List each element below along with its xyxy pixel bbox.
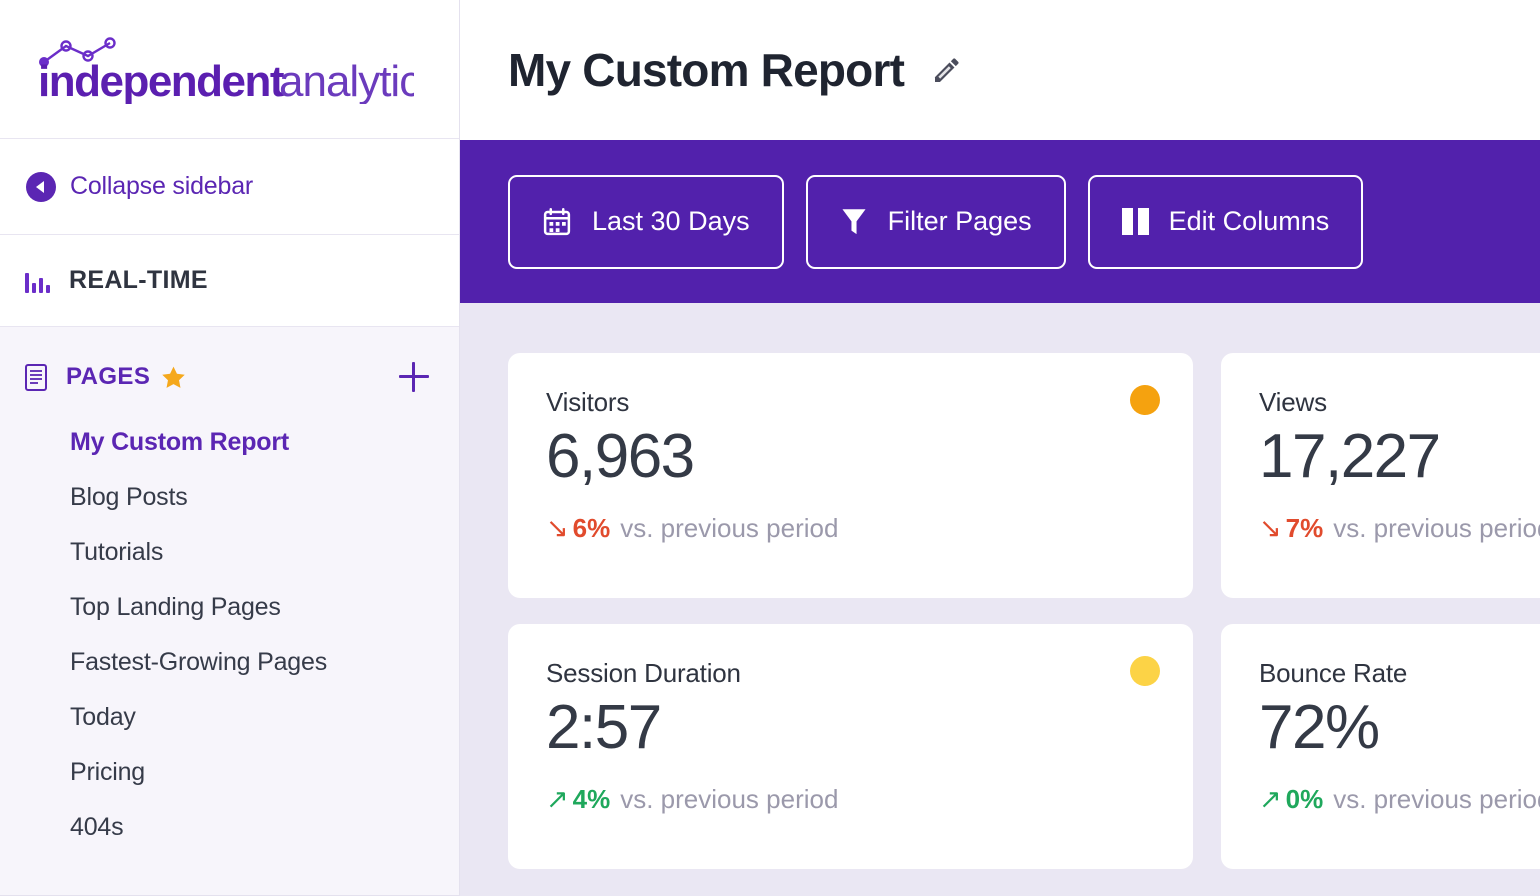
trend-arrow-icon: ↗ xyxy=(1259,784,1282,815)
sidebar: independent analytics Collapse sidebar R… xyxy=(0,0,460,896)
stat-comparison: ↗ 4% vs. previous period xyxy=(546,784,1159,815)
stat-value: 72% xyxy=(1259,693,1380,762)
status-dot-icon xyxy=(1130,656,1160,686)
page-item-label: Top Landing Pages xyxy=(70,593,281,621)
add-page-button[interactable] xyxy=(399,362,429,392)
pencil-icon[interactable] xyxy=(930,53,964,87)
pages-section-title: PAGES xyxy=(66,363,151,390)
edit-columns-label: Edit Columns xyxy=(1168,206,1330,236)
stat-comparison: ↗ 0% vs. previous period xyxy=(1259,784,1540,815)
stat-card-session-duration[interactable]: Session Duration 2:57 ↗ 4% vs. previous … xyxy=(508,624,1193,869)
edit-columns-button[interactable]: Edit Columns xyxy=(1087,174,1364,269)
real-time-label: REAL-TIME xyxy=(69,266,208,294)
pages-list: My Custom Report Blog Posts Tutorials To… xyxy=(0,415,459,855)
stat-label: Session Duration xyxy=(546,658,741,688)
stats-content: Visitors 6,963 ↘ 6% vs. previous period … xyxy=(460,303,1540,896)
sidebar-item-blog-posts[interactable]: Blog Posts xyxy=(0,470,459,525)
bar-chart-icon xyxy=(25,269,51,293)
page-item-label: Blog Posts xyxy=(70,483,188,511)
sidebar-item-top-landing-pages[interactable]: Top Landing Pages xyxy=(0,580,459,635)
date-range-button[interactable]: Last 30 Days xyxy=(508,174,784,269)
page-title: My Custom Report xyxy=(508,44,905,96)
stat-card-grid: Visitors 6,963 ↘ 6% vs. previous period … xyxy=(508,353,1540,869)
stat-delta-value: 6% xyxy=(572,513,611,544)
stat-value: 6,963 xyxy=(546,422,695,491)
stat-comparison: ↘ 6% vs. previous period xyxy=(546,513,1159,544)
funnel-icon xyxy=(840,207,868,237)
app-root: independent analytics Collapse sidebar R… xyxy=(0,0,1540,896)
trend-arrow-icon: ↘ xyxy=(1259,513,1282,544)
independent-analytics-logo-icon: independent analytics xyxy=(38,37,414,104)
page-header: My Custom Report xyxy=(460,0,1540,140)
star-icon xyxy=(162,366,185,388)
columns-icon xyxy=(1121,208,1149,235)
document-icon xyxy=(25,363,47,391)
stat-delta-value: 4% xyxy=(572,784,611,815)
sidebar-item-tutorials[interactable]: Tutorials xyxy=(0,525,459,580)
trend-arrow-icon: ↗ xyxy=(546,784,569,815)
svg-text:analytics: analytics xyxy=(279,57,414,104)
status-dot-icon xyxy=(1130,385,1160,415)
stat-compare-text: vs. previous period xyxy=(620,784,839,815)
stat-compare-text: vs. previous period xyxy=(1333,513,1540,544)
page-item-label: 404s xyxy=(70,813,124,841)
stat-compare-text: vs. previous period xyxy=(620,513,839,544)
stat-card-views[interactable]: Views 17,227 ↘ 7% vs. previous period xyxy=(1221,353,1540,598)
sidebar-item-404s[interactable]: 404s xyxy=(0,800,459,855)
brand-logo[interactable]: independent analytics xyxy=(0,0,459,139)
pages-section-header: PAGES xyxy=(0,355,459,399)
page-item-label: My Custom Report xyxy=(70,428,290,456)
stat-card-visitors[interactable]: Visitors 6,963 ↘ 6% vs. previous period xyxy=(508,353,1193,598)
stat-label: Views xyxy=(1259,387,1327,417)
sidebar-item-my-custom-report[interactable]: My Custom Report xyxy=(0,415,459,470)
page-item-label: Pricing xyxy=(70,758,146,786)
stat-value: 2:57 xyxy=(546,693,662,762)
calendar-icon xyxy=(542,207,572,237)
stat-delta: ↗ 0% xyxy=(1259,784,1323,815)
stat-compare-text: vs. previous period xyxy=(1333,784,1540,815)
stat-delta-value: 0% xyxy=(1285,784,1324,815)
collapse-sidebar-button[interactable]: Collapse sidebar xyxy=(0,139,459,235)
page-item-label: Today xyxy=(70,703,136,731)
report-toolbar: Last 30 Days Filter Pages Edit Columns xyxy=(460,140,1540,303)
stat-comparison: ↘ 7% vs. previous period xyxy=(1259,513,1540,544)
svg-text:independent: independent xyxy=(38,57,285,104)
chevron-left-circle-icon xyxy=(26,171,56,202)
pencil-glyph xyxy=(935,58,959,82)
stat-delta-value: 7% xyxy=(1285,513,1324,544)
pages-section: PAGES My Custom Report Blog Posts Tutori… xyxy=(0,327,459,896)
filter-pages-label: Filter Pages xyxy=(887,206,1032,236)
trend-arrow-icon: ↘ xyxy=(546,513,569,544)
main-content: My Custom Report Last 30 Days Filter Pag… xyxy=(460,0,1540,896)
date-range-label: Last 30 Days xyxy=(592,206,750,236)
page-item-label: Tutorials xyxy=(70,538,164,566)
stat-card-bounce-rate[interactable]: Bounce Rate 72% ↗ 0% vs. previous period xyxy=(1221,624,1540,869)
stat-label: Bounce Rate xyxy=(1259,658,1408,688)
collapse-sidebar-label: Collapse sidebar xyxy=(70,172,254,200)
stat-delta: ↘ 7% xyxy=(1259,513,1323,544)
page-item-label: Fastest-Growing Pages xyxy=(70,648,328,676)
sidebar-item-real-time[interactable]: REAL-TIME xyxy=(0,235,459,327)
filter-pages-button[interactable]: Filter Pages xyxy=(805,174,1066,269)
sidebar-item-today[interactable]: Today xyxy=(0,690,459,745)
sidebar-item-pricing[interactable]: Pricing xyxy=(0,745,459,800)
stat-delta: ↗ 4% xyxy=(546,784,610,815)
stat-value: 17,227 xyxy=(1259,422,1441,491)
stat-delta: ↘ 6% xyxy=(546,513,610,544)
sidebar-item-fastest-growing-pages[interactable]: Fastest-Growing Pages xyxy=(0,635,459,690)
stat-label: Visitors xyxy=(546,387,630,417)
